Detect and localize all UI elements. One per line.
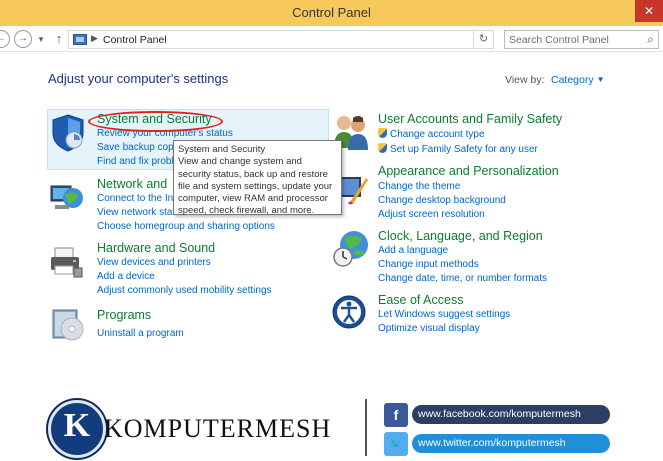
link-change-account-type[interactable]: Change account type: [378, 128, 485, 140]
twitter-icon: 🐦: [384, 432, 408, 456]
control-panel-icon: [73, 34, 87, 45]
dropdown-arrow-icon: ▼: [596, 75, 605, 84]
programs-disc-icon: [52, 309, 84, 341]
address-bar: ← → ▾ ↑ ▶ Control Panel ↻ ⌕: [0, 26, 663, 52]
view-by-value: Category: [551, 74, 594, 86]
close-button[interactable]: ✕: [635, 0, 663, 22]
link-change-theme[interactable]: Change the theme: [378, 181, 460, 192]
komputermesh-logo: K: [48, 400, 106, 458]
link-family-safety[interactable]: Set up Family Safety for any user: [378, 143, 538, 155]
brand-name: KOMPUTERMESH: [104, 414, 332, 443]
facebook-url: www.facebook.com/komputermesh: [412, 405, 610, 424]
facebook-icon: f: [384, 403, 408, 427]
tooltip: System and Security View and change syst…: [173, 140, 342, 217]
link-change-account-type-label: Change account type: [390, 129, 485, 140]
link-add-language[interactable]: Add a language: [378, 245, 448, 256]
link-family-safety-label: Set up Family Safety for any user: [390, 144, 538, 155]
up-button[interactable]: ↑: [52, 30, 66, 48]
forward-button[interactable]: →: [14, 30, 32, 48]
logo-letter: K: [63, 407, 91, 444]
link-change-input-methods[interactable]: Change input methods: [378, 259, 479, 270]
address-field[interactable]: ▶ Control Panel ↻: [68, 30, 494, 49]
link-homegroup-sharing[interactable]: Choose homegroup and sharing options: [97, 221, 275, 232]
uac-shield-icon: [378, 128, 387, 138]
tooltip-title: System and Security: [178, 144, 266, 155]
view-by-label: View by:: [505, 74, 545, 86]
view-by-dropdown[interactable]: Category ▼: [551, 74, 605, 86]
link-connect-to-internet[interactable]: Connect to the In: [97, 193, 173, 204]
link-save-backup-copies[interactable]: Save backup copi: [97, 142, 176, 153]
ease-of-access-icon: [332, 295, 366, 329]
link-view-devices-printers[interactable]: View devices and printers: [97, 257, 211, 268]
breadcrumb-control-panel[interactable]: Control Panel: [103, 34, 167, 46]
link-uninstall-program[interactable]: Uninstall a program: [97, 328, 184, 339]
category-appearance[interactable]: Appearance and Personalization: [378, 164, 559, 178]
clock-globe-icon: [333, 231, 368, 267]
category-ease-of-access[interactable]: Ease of Access: [378, 293, 463, 307]
breadcrumb-separator-icon[interactable]: ▶: [91, 33, 98, 44]
category-hardware-sound[interactable]: Hardware and Sound: [97, 241, 215, 255]
link-find-fix-problems[interactable]: Find and fix proble: [97, 156, 179, 167]
link-mobility-settings[interactable]: Adjust commonly used mobility settings: [97, 285, 272, 296]
search-input[interactable]: [505, 31, 637, 48]
category-network-internet[interactable]: Network and: [97, 177, 167, 191]
twitter-url: www.twitter.com/komputermesh: [412, 434, 610, 453]
printer-icon: [51, 247, 83, 278]
category-user-accounts[interactable]: User Accounts and Family Safety: [378, 112, 562, 126]
link-optimize-visual-display[interactable]: Optimize visual display: [378, 323, 480, 334]
link-adjust-screen-resolution[interactable]: Adjust screen resolution: [378, 209, 485, 220]
category-clock-language-region[interactable]: Clock, Language, and Region: [378, 229, 543, 243]
search-box[interactable]: ⌕: [504, 30, 659, 49]
link-change-date-time-formats[interactable]: Change date, time, or number formats: [378, 273, 547, 284]
link-windows-suggest-settings[interactable]: Let Windows suggest settings: [378, 309, 510, 320]
recent-locations-dropdown[interactable]: ▾: [36, 30, 46, 48]
footer-divider: [365, 399, 367, 456]
title-bar: Control Panel ✕: [0, 0, 663, 26]
refresh-button[interactable]: ↻: [473, 31, 493, 48]
uac-shield-icon: [378, 143, 387, 153]
back-button[interactable]: ←: [0, 30, 10, 48]
red-highlight-oval: [88, 111, 223, 132]
network-globe-icon: [50, 185, 83, 209]
window-title: Control Panel: [292, 5, 371, 20]
tooltip-body: View and change system and security stat…: [178, 156, 333, 217]
search-icon[interactable]: ⌕: [647, 32, 654, 47]
shield-icon: [52, 114, 84, 152]
link-change-desktop-background[interactable]: Change desktop background: [378, 195, 506, 206]
category-programs[interactable]: Programs: [97, 308, 151, 322]
page-title: Adjust your computer's settings: [48, 71, 229, 86]
link-add-device[interactable]: Add a device: [97, 271, 155, 282]
link-view-network-status[interactable]: View network stat: [97, 207, 175, 218]
